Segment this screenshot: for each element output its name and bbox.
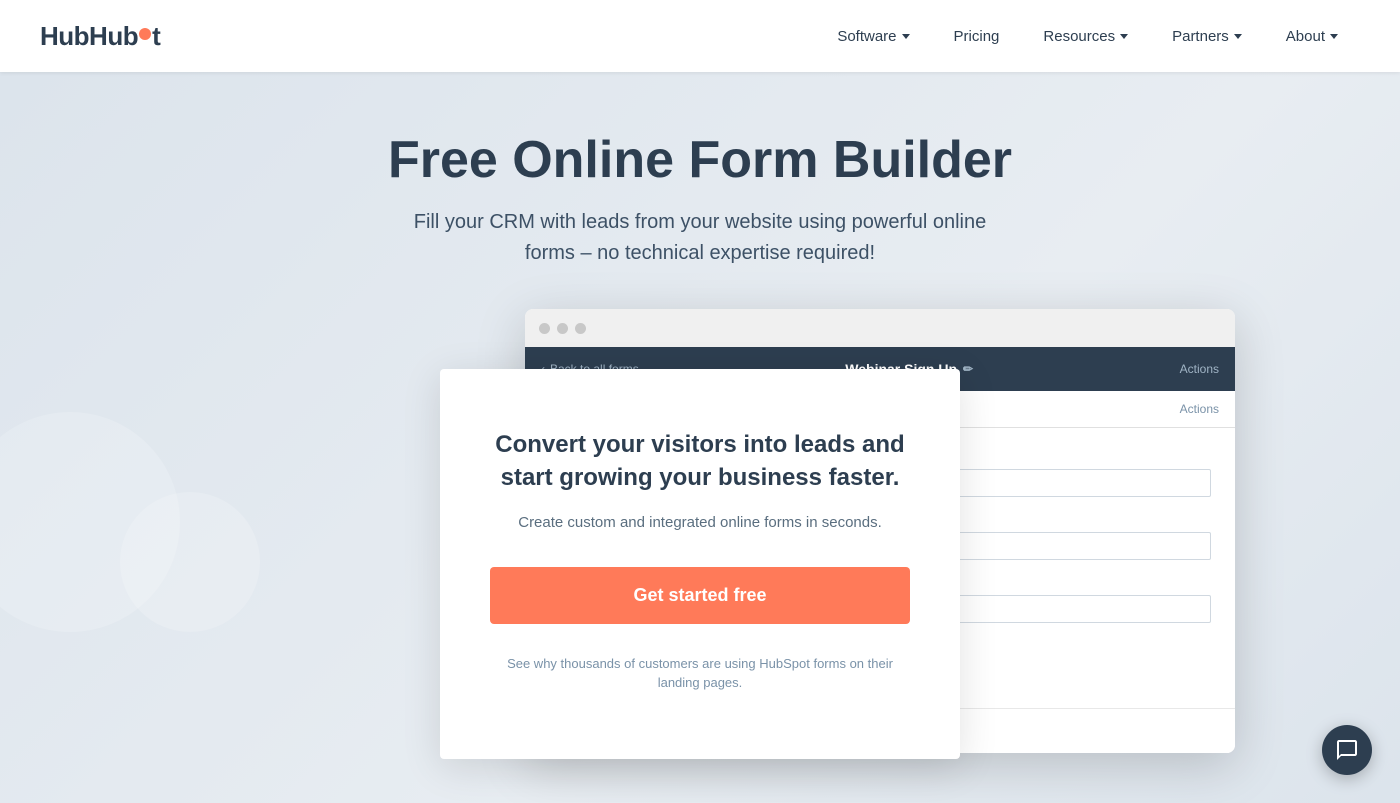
promo-card: Convert your visitors into leads and sta… xyxy=(440,369,960,759)
chat-bubble-button[interactable] xyxy=(1322,725,1372,775)
browser-dot-1 xyxy=(539,323,550,334)
chat-icon xyxy=(1335,738,1359,762)
nav-item-pricing[interactable]: Pricing xyxy=(932,0,1022,72)
hero-title-area: Free Online Form Builder Fill your CRM w… xyxy=(0,132,1400,269)
nav-item-resources[interactable]: Resources xyxy=(1021,0,1150,72)
browser-dot-2 xyxy=(557,323,568,334)
hero-subtitle: Fill your CRM with leads from your websi… xyxy=(410,207,990,269)
chevron-down-icon xyxy=(902,34,910,39)
bg-circle-1 xyxy=(0,412,180,632)
promo-card-link[interactable]: See why thousands of customers are using… xyxy=(490,654,910,693)
logo-text-end: t xyxy=(152,21,160,52)
chevron-down-icon xyxy=(1234,34,1242,39)
actions-button[interactable]: Actions xyxy=(1180,362,1219,376)
page-title: Free Online Form Builder xyxy=(20,132,1380,189)
get-started-button[interactable]: Get started free xyxy=(490,567,910,624)
nav-item-software[interactable]: Software xyxy=(815,0,931,72)
mockup-area: Convert your visitors into leads and sta… xyxy=(175,319,1225,759)
logo-dot xyxy=(139,28,151,40)
browser-dot-3 xyxy=(575,323,586,334)
edit-icon[interactable]: ✏ xyxy=(963,362,973,376)
promo-link-text: See why thousands of customers are using… xyxy=(507,656,893,691)
logo-text-start: Hub xyxy=(40,21,89,52)
nav-links: Software Pricing Resources Partners Abou… xyxy=(815,0,1360,72)
nav-item-partners[interactable]: Partners xyxy=(1150,0,1264,72)
nav-item-about[interactable]: About xyxy=(1264,0,1360,72)
navigation: HubHubt Software Pricing Resources Partn… xyxy=(0,0,1400,72)
promo-card-title: Convert your visitors into leads and sta… xyxy=(490,429,910,494)
chevron-down-icon xyxy=(1330,34,1338,39)
hero-section: Free Online Form Builder Fill your CRM w… xyxy=(0,72,1400,803)
chevron-down-icon xyxy=(1120,34,1128,39)
logo[interactable]: HubHubt xyxy=(40,21,160,52)
tab-actions[interactable]: Actions xyxy=(1180,391,1219,427)
browser-bar xyxy=(525,309,1235,347)
promo-card-description: Create custom and integrated online form… xyxy=(490,514,910,531)
